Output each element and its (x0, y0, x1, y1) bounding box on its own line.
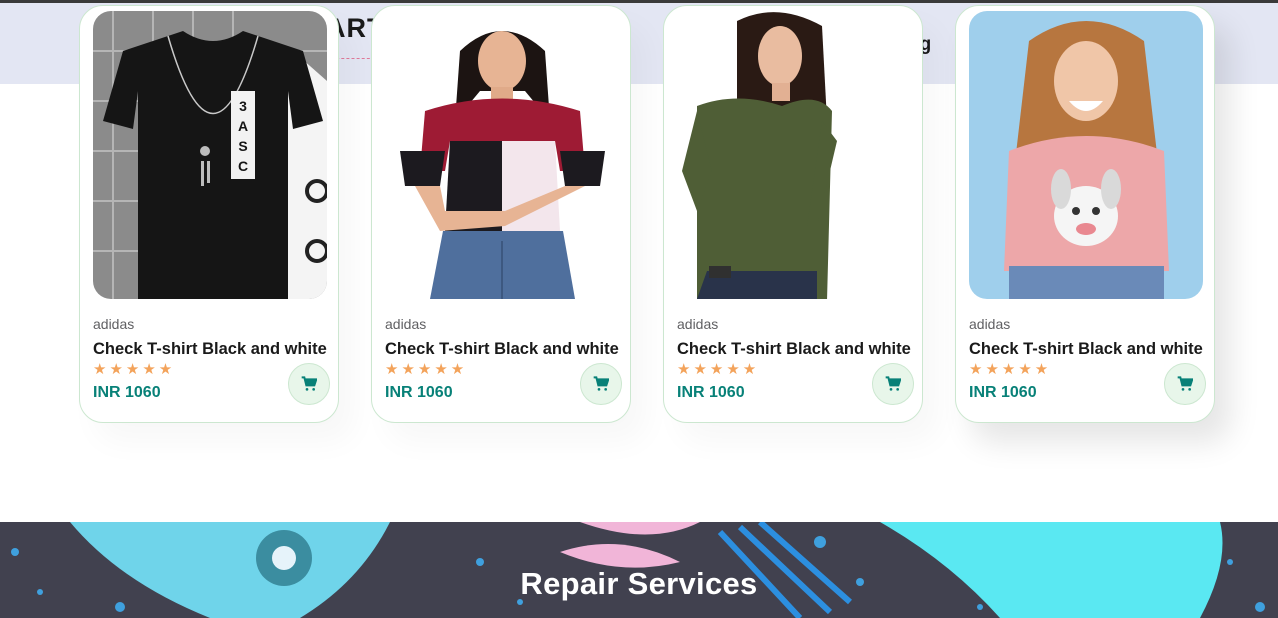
star-rating: ★★★★★ (969, 361, 1052, 378)
product-card[interactable]: adidas Check T-shirt Black and white ★★★… (663, 5, 923, 423)
cart-icon (885, 376, 901, 391)
product-price: INR 1060 (677, 384, 745, 401)
repair-services-banner: Repair Services (0, 522, 1278, 618)
product-name[interactable]: Check T-shirt Black and white (93, 340, 327, 359)
cart-icon (593, 376, 609, 391)
product-price: INR 1060 (969, 384, 1037, 401)
product-brand: adidas (677, 316, 719, 332)
banner-title: Repair Services (520, 566, 758, 601)
product-card[interactable]: adidas Check T-shirt Black and white ★★★… (955, 5, 1215, 423)
add-to-cart-button[interactable] (580, 363, 622, 405)
product-image[interactable]: 3 A S C (93, 11, 327, 299)
product-brand: adidas (385, 316, 427, 332)
product-card[interactable]: 3 A S C adidas Check T-shirt Black and w… (79, 5, 339, 423)
product-image[interactable] (969, 11, 1203, 299)
cart-icon (1177, 376, 1193, 391)
product-name[interactable]: Check T-shirt Black and white (385, 340, 619, 359)
cart-icon (301, 376, 317, 391)
add-to-cart-button[interactable] (872, 363, 914, 405)
product-image[interactable] (677, 11, 911, 299)
svg-text:A: A (238, 118, 248, 134)
star-rating: ★★★★★ (93, 361, 176, 378)
svg-text:C: C (238, 158, 248, 174)
product-name[interactable]: Check T-shirt Black and white (969, 340, 1203, 359)
star-rating: ★★★★★ (385, 361, 468, 378)
product-brand: adidas (969, 316, 1011, 332)
product-price: INR 1060 (93, 384, 161, 401)
product-image[interactable] (385, 11, 619, 299)
svg-text:S: S (238, 138, 247, 154)
product-card[interactable]: adidas Check T-shirt Black and white ★★★… (371, 5, 631, 423)
add-to-cart-button[interactable] (288, 363, 330, 405)
add-to-cart-button[interactable] (1164, 363, 1206, 405)
product-price: INR 1060 (385, 384, 453, 401)
star-rating: ★★★★★ (677, 361, 760, 378)
svg-text:3: 3 (239, 98, 247, 114)
product-brand: adidas (93, 316, 135, 332)
product-name[interactable]: Check T-shirt Black and white (677, 340, 911, 359)
